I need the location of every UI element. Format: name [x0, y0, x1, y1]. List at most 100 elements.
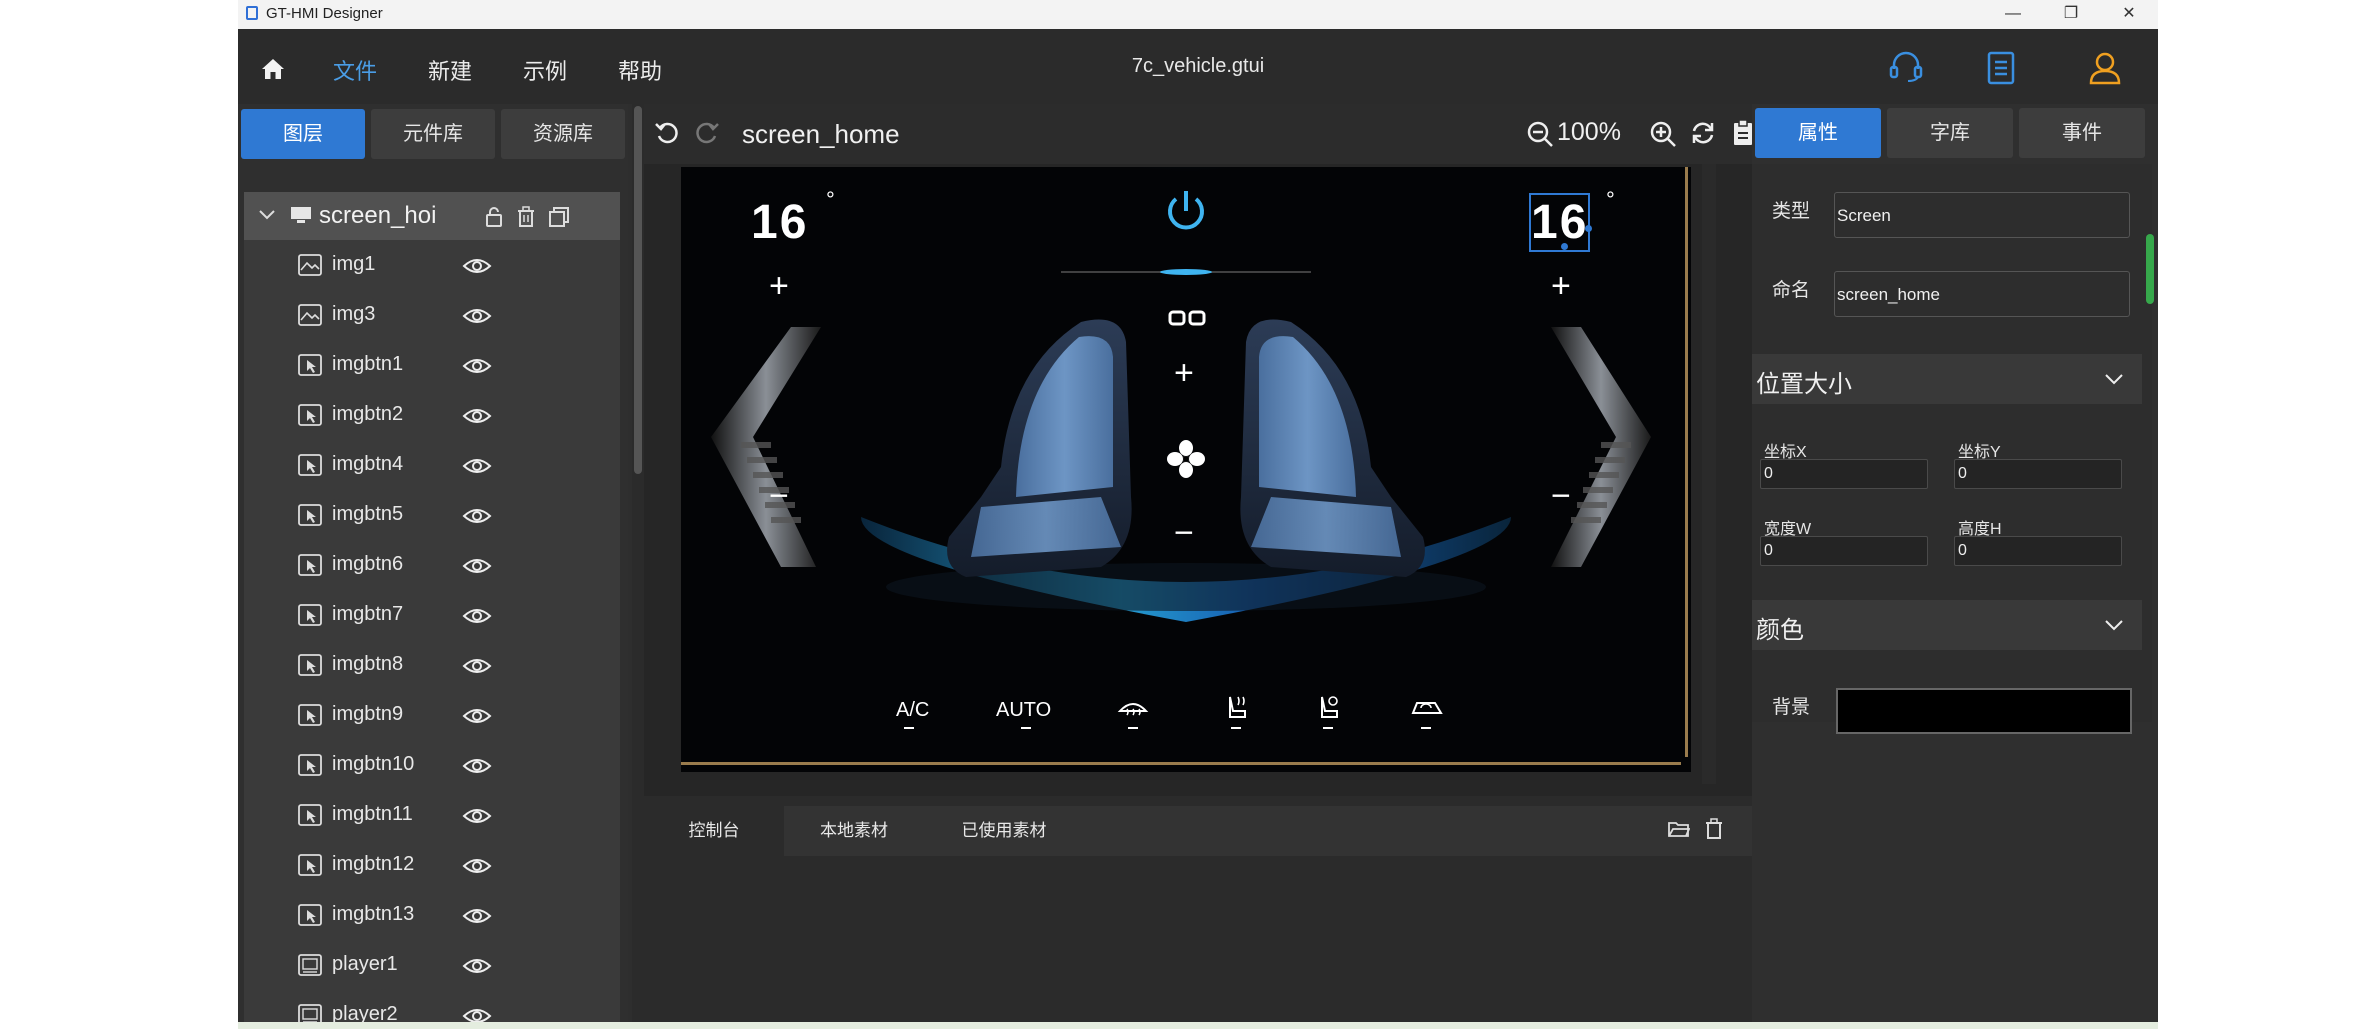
visibility-eye-icon[interactable] [462, 356, 492, 376]
trash-icon[interactable] [516, 206, 536, 228]
chevron-down-icon[interactable] [2104, 618, 2124, 632]
layer-row[interactable]: imgbtn4 [244, 440, 620, 490]
refresh-icon[interactable] [1690, 120, 1716, 146]
right-temperature[interactable]: 16 [1528, 193, 1591, 252]
tab-events[interactable]: 事件 [2019, 108, 2145, 158]
user-icon[interactable] [2088, 51, 2122, 85]
tab-resources[interactable]: 资源库 [501, 109, 625, 159]
folder-open-icon[interactable] [1668, 820, 1690, 838]
background-color-swatch[interactable] [1836, 688, 2132, 734]
layers-scrollbar[interactable] [632, 104, 644, 1022]
undo-icon[interactable] [654, 120, 680, 146]
console-trash-icon[interactable] [1704, 818, 1724, 840]
visibility-eye-icon[interactable] [462, 756, 492, 776]
visibility-eye-icon[interactable] [462, 856, 492, 876]
layer-row[interactable]: imgbtn12 [244, 840, 620, 890]
x-field[interactable]: 0 [1760, 459, 1928, 489]
layer-row[interactable]: imgbtn6 [244, 540, 620, 590]
position-size-section[interactable]: 位置大小 [1752, 354, 2142, 404]
layer-name: imgbtn10 [332, 753, 415, 775]
visibility-eye-icon[interactable] [462, 406, 492, 426]
selection-handle[interactable] [1585, 225, 1592, 232]
right-temp-plus-button[interactable]: + [1551, 267, 1571, 306]
recirculation-icon[interactable] [1409, 695, 1445, 721]
left-temp-plus-button[interactable]: + [769, 267, 789, 306]
right-temp-minus-button[interactable]: − [1551, 477, 1571, 516]
zoom-in-icon[interactable] [1649, 120, 1677, 148]
visibility-eye-icon[interactable] [462, 956, 492, 976]
layer-row[interactable]: img3 [244, 290, 620, 340]
redo-icon[interactable] [694, 120, 720, 146]
left-temp-minus-button[interactable]: − [769, 477, 789, 516]
left-temperature[interactable]: 16 [751, 195, 808, 250]
ac-button[interactable]: A/C [896, 699, 929, 722]
tab-properties[interactable]: 属性 [1755, 108, 1881, 158]
menu-new[interactable]: 新建 [428, 54, 472, 86]
layer-row[interactable]: imgbtn5 [244, 490, 620, 540]
fan-minus-button[interactable]: − [1174, 514, 1194, 553]
visibility-eye-icon[interactable] [462, 906, 492, 926]
copy-icon[interactable] [548, 206, 570, 228]
visibility-eye-icon[interactable] [462, 706, 492, 726]
layer-row[interactable]: imgbtn11 [244, 790, 620, 840]
layer-row[interactable]: imgbtn10 [244, 740, 620, 790]
layer-row[interactable]: player1 [244, 940, 620, 990]
properties-scrollbar-thumb[interactable] [2146, 234, 2154, 304]
clipboard-icon[interactable] [1732, 119, 1754, 147]
tab-layers[interactable]: 图层 [241, 109, 365, 159]
visibility-eye-icon[interactable] [462, 456, 492, 476]
auto-button[interactable]: AUTO [996, 699, 1051, 722]
seat-vent-icon[interactable] [1313, 693, 1343, 723]
unlock-icon[interactable] [484, 206, 504, 228]
seat-heat-icon[interactable] [1221, 693, 1251, 723]
fan-plus-button[interactable]: + [1174, 354, 1194, 393]
name-field[interactable]: screen_home [1834, 271, 2130, 317]
hmi-screen-preview[interactable]: 16 ° 16 ° + − + − + − A/C AUTO [681, 167, 1691, 772]
defrost-icon[interactable] [1117, 695, 1149, 721]
close-button[interactable]: ✕ [2100, 0, 2158, 29]
menu-file[interactable]: 文件 [333, 54, 377, 86]
zoom-out-icon[interactable] [1526, 120, 1554, 148]
visibility-eye-icon[interactable] [462, 306, 492, 326]
chevron-down-icon[interactable] [2104, 372, 2124, 386]
layer-row[interactable]: imgbtn13 [244, 890, 620, 940]
layer-row[interactable]: img1 [244, 240, 620, 290]
layer-root-screen[interactable]: screen_hoi [244, 192, 620, 240]
visibility-eye-icon[interactable] [462, 506, 492, 526]
tab-fonts[interactable]: 字库 [1887, 108, 2013, 158]
visibility-eye-icon[interactable] [462, 806, 492, 826]
layer-row[interactable]: imgbtn1 [244, 340, 620, 390]
tab-console[interactable]: 控制台 [644, 806, 784, 856]
home-icon[interactable] [260, 57, 286, 81]
visibility-eye-icon[interactable] [462, 606, 492, 626]
tab-components[interactable]: 元件库 [371, 109, 495, 159]
power-icon[interactable] [1164, 189, 1208, 233]
tab-local-assets[interactable]: 本地素材 [784, 806, 924, 856]
headset-icon[interactable] [1888, 51, 1924, 83]
layer-row[interactable]: imgbtn9 [244, 690, 620, 740]
visibility-eye-icon[interactable] [462, 556, 492, 576]
menu-help[interactable]: 帮助 [618, 54, 662, 86]
image-button-icon [298, 504, 322, 526]
y-field[interactable]: 0 [1954, 459, 2122, 489]
maximize-button[interactable]: ❐ [2042, 0, 2100, 29]
width-field[interactable]: 0 [1760, 536, 1928, 566]
selection-handle[interactable] [1561, 243, 1568, 250]
chevron-down-icon[interactable] [258, 208, 276, 222]
layer-row[interactable]: imgbtn2 [244, 390, 620, 440]
visibility-eye-icon[interactable] [462, 256, 492, 276]
document-icon[interactable] [1986, 51, 2016, 85]
visibility-eye-icon[interactable] [462, 656, 492, 676]
height-field[interactable]: 0 [1954, 536, 2122, 566]
menu-examples[interactable]: 示例 [523, 54, 567, 86]
minimize-button[interactable]: — [1984, 0, 2042, 29]
visibility-eye-icon[interactable] [462, 1006, 492, 1022]
type-field[interactable]: Screen [1834, 192, 2130, 238]
layer-row[interactable]: imgbtn7 [244, 590, 620, 640]
layers-scrollbar-thumb[interactable] [634, 106, 642, 474]
layer-row[interactable]: player2 [244, 990, 620, 1022]
color-section[interactable]: 颜色 [1752, 600, 2142, 650]
tab-used-assets[interactable]: 已使用素材 [924, 806, 1084, 856]
canvas-vertical-scrollbar[interactable] [1702, 164, 1716, 784]
layer-row[interactable]: imgbtn8 [244, 640, 620, 690]
